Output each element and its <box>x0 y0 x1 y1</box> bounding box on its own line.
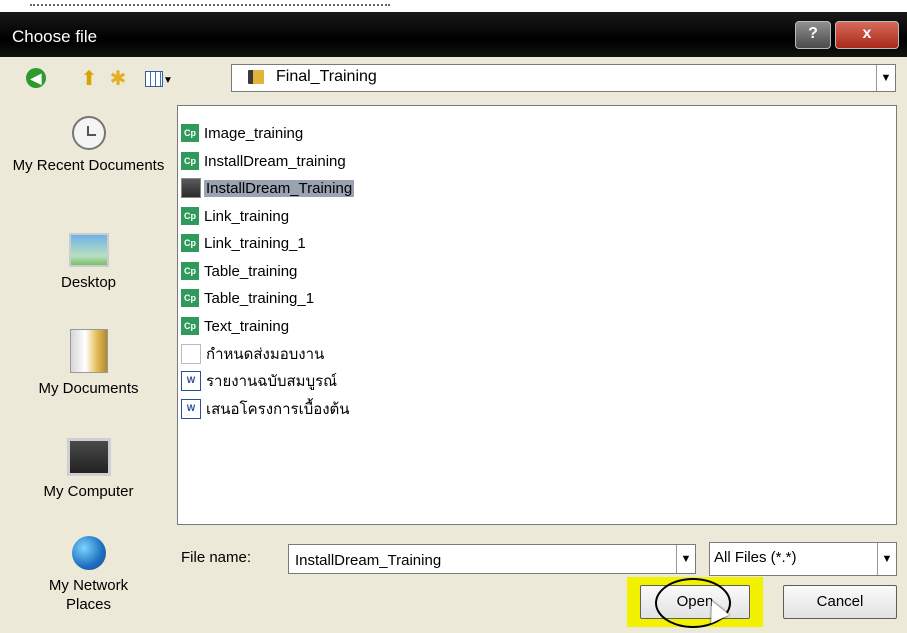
list-item[interactable]: Cp Table_training <box>181 260 299 282</box>
folder-icon <box>248 70 264 84</box>
list-item[interactable]: Cp Text_training <box>181 315 291 337</box>
back-arrow-icon[interactable]: ◀ <box>24 67 48 91</box>
window-title: Choose file <box>12 27 98 46</box>
my-documents-icon <box>69 329 108 373</box>
recent-documents-icon <box>71 116 106 150</box>
file-type-select[interactable]: All Files (*.*) ▼ <box>709 542 897 576</box>
list-item[interactable]: Cp Link_training_1 <box>181 232 308 254</box>
my-computer-icon <box>66 438 111 476</box>
place-desktop[interactable]: Desktop <box>12 233 165 292</box>
captivate-file-icon: Cp <box>181 207 199 225</box>
captivate-file-icon: Cp <box>181 289 199 307</box>
place-my-documents[interactable]: My Documents <box>12 329 165 398</box>
place-label: My Network Places <box>48 577 129 613</box>
chevron-down-icon[interactable]: ▼ <box>877 543 896 575</box>
file-list[interactable]: Cp Image_training Cp InstallDream_traini… <box>177 105 897 525</box>
file-name-field[interactable]: ▼ <box>288 544 696 574</box>
network-places-icon <box>71 536 106 570</box>
file-name-label: File name: <box>181 549 252 566</box>
blank-document-icon <box>181 344 201 364</box>
list-item[interactable]: Cp Link_training <box>181 205 291 227</box>
captivate-project-icon <box>181 178 201 198</box>
close-button[interactable]: x <box>835 21 899 49</box>
look-in-value: Final_Training <box>276 68 377 85</box>
captivate-file-icon: Cp <box>181 234 199 252</box>
file-type-value: All Files (*.*) <box>714 549 797 566</box>
cancel-button[interactable]: Cancel <box>783 585 897 619</box>
top-strip <box>0 0 907 12</box>
places-bar: My Recent Documents Desktop My Documents… <box>12 96 165 616</box>
up-folder-icon[interactable]: ⬆ <box>77 67 101 91</box>
list-item[interactable]: Cp Table_training_1 <box>181 287 316 309</box>
place-network[interactable]: My Network Places <box>12 536 165 614</box>
views-menu-icon[interactable]: ▼ <box>140 67 178 91</box>
captivate-file-icon: Cp <box>181 152 199 170</box>
decorative-scribble <box>30 4 390 11</box>
place-label: My Recent Documents <box>12 157 165 174</box>
list-item[interactable]: W รายงานฉบับสมบูรณ์ <box>181 370 339 392</box>
file-name-input[interactable] <box>293 548 657 572</box>
place-label: Desktop <box>60 274 117 291</box>
captivate-file-icon: Cp <box>181 317 199 335</box>
list-item-selected[interactable]: InstallDream_Training <box>181 177 355 199</box>
place-my-computer[interactable]: My Computer <box>12 438 165 501</box>
word-document-icon: W <box>181 399 201 419</box>
place-label: My Documents <box>38 380 139 397</box>
word-document-icon: W <box>181 371 201 391</box>
new-folder-icon[interactable]: ✱ <box>106 67 130 91</box>
chevron-down-icon[interactable]: ▼ <box>876 65 895 91</box>
desktop-icon <box>68 233 109 267</box>
title-bar: Choose file ? x <box>0 12 907 57</box>
place-recent-documents[interactable]: My Recent Documents <box>12 116 165 175</box>
help-button[interactable]: ? <box>795 21 831 49</box>
place-label: My Computer <box>43 483 134 500</box>
captivate-file-icon: Cp <box>181 124 199 142</box>
chevron-down-icon[interactable]: ▼ <box>676 545 695 573</box>
look-in-combo[interactable]: Final_Training ▼ <box>231 64 896 92</box>
list-item[interactable]: W เสนอโครงการเบื้องต้น <box>181 398 352 420</box>
list-item[interactable]: Cp Image_training <box>181 122 305 144</box>
list-item[interactable]: กำหนดส่งมอบงาน <box>181 343 326 365</box>
captivate-file-icon: Cp <box>181 262 199 280</box>
list-item[interactable]: Cp InstallDream_training <box>181 150 348 172</box>
